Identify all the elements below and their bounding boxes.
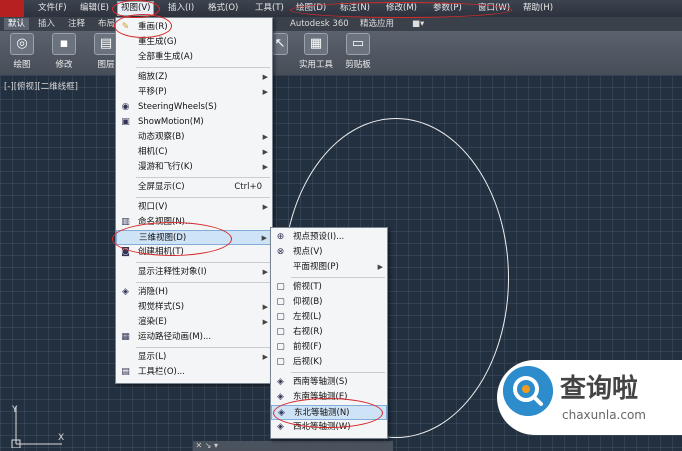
submenu-item-viewpoint-presets[interactable]: ⊕ 视点预设(I)... — [271, 230, 387, 245]
submenu-arrow-icon: ▶ — [262, 88, 268, 96]
showmotion-icon: ▣ — [121, 117, 130, 127]
command-line[interactable]: ✕ ↘ ▾ — [193, 441, 393, 451]
menu-item-visual-styles[interactable]: 视觉样式(S) ▶ — [116, 300, 272, 315]
menu-format[interactable]: 格式(O) — [208, 2, 238, 15]
menu-item-steeringwheels[interactable]: ◉ SteeringWheels(S) — [116, 100, 272, 115]
menu-item-viewports[interactable]: 视口(V) ▶ — [116, 200, 272, 215]
tab-default[interactable]: 默认 — [4, 18, 30, 30]
annotation-oval-menubar — [290, 2, 512, 18]
ribbon-tabs: 默认 插入 注释 布局 Autodesk 360 精选应用 ■▾ — [0, 17, 682, 31]
menu-item-fullscreen[interactable]: 全屏显示(C) Ctrl+0 — [116, 180, 272, 195]
tab-annotate[interactable]: 注释 — [68, 18, 85, 30]
submenu-item-top[interactable]: ▢ 俯视(T) — [271, 280, 387, 295]
ribbon-options-icon[interactable]: ■▾ — [412, 18, 424, 30]
menu-item-regen-all[interactable]: 全部重生成(A) — [116, 50, 272, 65]
menu-item-display[interactable]: 显示(L) ▶ — [116, 350, 272, 365]
ribbon-tool-button[interactable]: ↖ — [271, 33, 289, 55]
command-close-icon[interactable]: ✕ ↘ ▾ — [193, 441, 219, 450]
bottom-view-icon: ▢ — [276, 297, 285, 307]
calculator-icon: ▦ — [304, 33, 328, 55]
submenu-item-right[interactable]: ▢ 右视(R) — [271, 325, 387, 340]
menu-help[interactable]: 帮助(H) — [523, 2, 553, 15]
menu-item-walk-fly[interactable]: 漫游和飞行(K) ▶ — [116, 160, 272, 175]
tab-featured-apps[interactable]: 精选应用 — [360, 18, 394, 30]
submenu-arrow-icon: ▶ — [262, 148, 268, 156]
annotation-oval-redraw — [114, 14, 172, 38]
submenu-item-plan-view[interactable]: 平面视图(P) ▶ — [271, 260, 387, 275]
menu-item-hide[interactable]: ◈ 消隐(H) — [116, 285, 272, 300]
draw-icon: ◎ — [10, 33, 34, 55]
motion-path-icon: ▦ — [121, 332, 130, 342]
submenu-arrow-icon: ▶ — [261, 234, 267, 242]
front-view-icon: ▢ — [276, 342, 285, 352]
draw-panel-button[interactable]: ◎ 绘图 — [6, 33, 38, 70]
submenu-arrow-icon: ▶ — [262, 163, 268, 171]
viewport-label[interactable]: [-][俯视][二维线框] — [4, 80, 78, 92]
left-view-icon: ▢ — [276, 312, 285, 322]
menu-file[interactable]: 文件(F) — [38, 2, 67, 15]
viewpoint-icon: ⊗ — [276, 247, 285, 257]
ucs-icon: Y X — [11, 405, 64, 448]
submenu-arrow-icon: ▶ — [262, 318, 268, 326]
se-isometric-icon: ◈ — [277, 392, 284, 402]
hide-icon: ◈ — [122, 287, 129, 297]
clipboard-panel-button[interactable]: ▭ 剪贴板 — [342, 33, 374, 70]
submenu-arrow-icon: ▶ — [262, 268, 268, 276]
annotation-oval-3d-views — [112, 222, 232, 256]
submenu-arrow-icon: ▶ — [262, 303, 268, 311]
menu-edit[interactable]: 编辑(E) — [80, 2, 109, 15]
steering-wheel-icon: ◉ — [121, 102, 130, 112]
tab-layout[interactable]: 布局 — [98, 18, 115, 30]
submenu-item-sw-iso[interactable]: ◈ 西南等轴测(S) — [271, 375, 387, 390]
ribbon: ◎ 绘图 ▪ 修改 ▤ 图层 ↖ ▦ 实用工具 ▭ 剪贴板 — [0, 31, 682, 75]
submenu-arrow-icon: ▶ — [262, 203, 268, 211]
sw-isometric-icon: ◈ — [277, 377, 284, 387]
right-view-icon: ▢ — [276, 327, 285, 337]
viewpoint-presets-icon: ⊕ — [276, 232, 285, 242]
menu-item-zoom[interactable]: 缩放(Z) ▶ — [116, 70, 272, 85]
submenu-arrow-icon: ▶ — [262, 353, 268, 361]
view-menu: ✎ 重画(R) 重生成(G) 全部重生成(A) 缩放(Z) ▶ 平移(P) ▶ ◉ St… — [115, 17, 273, 384]
menu-item-camera[interactable]: 相机(C) ▶ — [116, 145, 272, 160]
app-logo-icon[interactable] — [0, 0, 24, 17]
ucs-y-label: Y — [11, 405, 18, 415]
menu-tools[interactable]: 工具(T) — [255, 2, 284, 15]
cursor-icon: ↖ — [272, 33, 288, 55]
annotation-oval-ne-iso — [273, 398, 383, 428]
toolbar-icon: ▤ — [121, 367, 130, 377]
tab-autodesk-360[interactable]: Autodesk 360 — [290, 18, 349, 30]
submenu-arrow-icon: ▶ — [262, 73, 268, 81]
menu-item-annotative-objects[interactable]: 显示注释性对象(I) ▶ — [116, 265, 272, 280]
watermark-logo-icon — [503, 366, 553, 416]
submenu-item-front[interactable]: ▢ 前视(F) — [271, 340, 387, 355]
submenu-item-viewpoint[interactable]: ⊗ 视点(V) — [271, 245, 387, 260]
menu-item-toolbars[interactable]: ▤ 工具栏(O)... — [116, 365, 272, 380]
back-view-icon: ▢ — [276, 357, 285, 367]
watermark-url: chaxunla.com — [562, 408, 646, 422]
menu-item-orbit[interactable]: 动态观察(B) ▶ — [116, 130, 272, 145]
menu-item-showmotion[interactable]: ▣ ShowMotion(M) — [116, 115, 272, 130]
submenu-arrow-icon: ▶ — [377, 263, 383, 271]
top-view-icon: ▢ — [276, 282, 285, 292]
watermark-text: 查询啦 — [560, 374, 639, 404]
clipboard-icon: ▭ — [346, 33, 370, 55]
nw-isometric-icon: ◈ — [277, 422, 284, 432]
submenu-item-bottom[interactable]: ▢ 仰视(B) — [271, 295, 387, 310]
menu-insert[interactable]: 插入(I) — [168, 2, 194, 15]
tab-insert[interactable]: 插入 — [38, 18, 55, 30]
submenu-item-left[interactable]: ▢ 左视(L) — [271, 310, 387, 325]
modify-panel-button[interactable]: ▪ 修改 — [48, 33, 80, 70]
modify-icon: ▪ — [52, 33, 76, 55]
utilities-panel-button[interactable]: ▦ 实用工具 — [298, 33, 334, 70]
submenu-item-back[interactable]: ▢ 后视(K) — [271, 355, 387, 370]
menu-item-motion-path[interactable]: ▦ 运动路径动画(M)... — [116, 330, 272, 345]
submenu-arrow-icon: ▶ — [262, 133, 268, 141]
ucs-x-label: X — [58, 433, 64, 443]
menu-item-pan[interactable]: 平移(P) ▶ — [116, 85, 272, 100]
menu-item-render[interactable]: 渲染(E) ▶ — [116, 315, 272, 330]
